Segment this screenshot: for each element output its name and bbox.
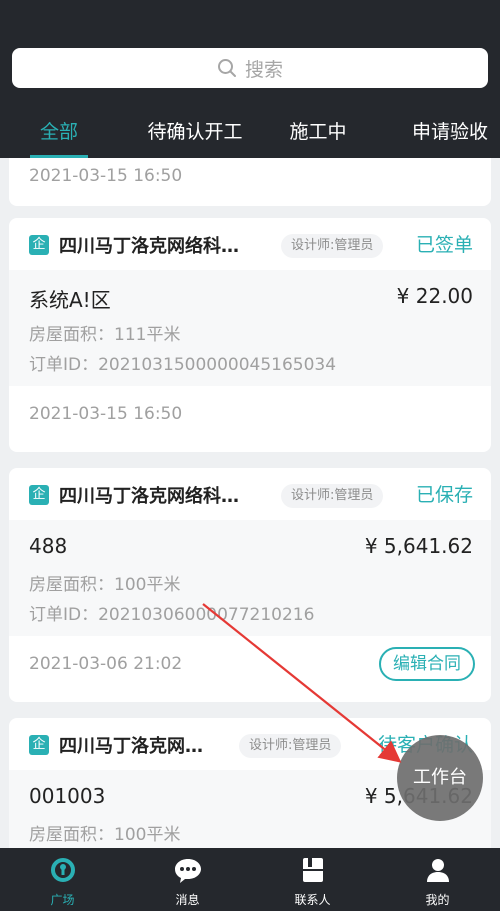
order-time: 2021-03-06 21:02	[29, 654, 183, 674]
role-tag: 设计师:管理员	[281, 234, 384, 258]
tab-all[interactable]: 全部	[30, 110, 88, 158]
order-id: 订单ID：20210306000077210216	[29, 605, 315, 625]
order-card[interactable]: 企 四川马丁洛克网络科… 设计师:管理员 已保存 488 ¥ 5,641.62 …	[9, 468, 491, 702]
order-name: 系统A!区	[29, 288, 111, 312]
plaza-icon	[50, 858, 75, 882]
order-id: 订单ID：2021031500000045165034	[29, 355, 337, 375]
role-tag: 设计师:管理员	[281, 484, 384, 508]
status-badge: 已签单	[415, 234, 473, 256]
house-area: 房屋面积：100平米	[29, 575, 181, 595]
tab-in-construction[interactable]: 施工中	[282, 110, 354, 158]
message-icon	[174, 859, 201, 883]
enterprise-icon: 企	[29, 235, 49, 255]
user-icon	[426, 859, 449, 882]
search-bar[interactable]: 搜索	[12, 48, 488, 88]
role-tag: 设计师:管理员	[239, 734, 342, 758]
nav-plaza[interactable]: 广场	[0, 848, 125, 911]
company-name: 四川马丁洛克网络科…	[59, 486, 239, 507]
tab-apply-acceptance[interactable]: 申请验收	[404, 110, 496, 158]
bottom-navigation: 广场 消息 联系人 我的	[0, 848, 500, 911]
status-badge: 已保存	[415, 484, 473, 506]
house-area: 房屋面积：100平米	[29, 825, 181, 845]
order-name: 488	[29, 534, 68, 558]
company-name: 四川马丁洛克网…	[59, 736, 203, 757]
order-card[interactable]: 企 四川马丁洛克网络科… 设计师:管理员 已签单 系统A!区 ¥ 22.00 房…	[9, 218, 491, 452]
nav-contacts[interactable]: 联系人	[250, 848, 375, 911]
enterprise-icon: 企	[29, 485, 49, 505]
enterprise-icon: 企	[29, 735, 49, 755]
workbench-float-button[interactable]: 工作台	[397, 735, 483, 821]
contacts-icon	[302, 858, 323, 882]
order-name: 001003	[29, 784, 106, 808]
company-name: 四川马丁洛克网络科…	[59, 236, 239, 257]
search-placeholder: 搜索	[244, 58, 283, 81]
order-price: ¥ 5,641.62	[364, 534, 473, 558]
order-time: 2021-03-15 16:50	[29, 166, 183, 186]
order-card[interactable]: 2021-03-15 16:50	[9, 158, 491, 206]
tab-pending-start[interactable]: 待确认开工	[135, 110, 255, 158]
edit-contract-button[interactable]: 编辑合同	[379, 647, 475, 681]
app-header: 搜索 全部 待确认开工 施工中 申请验收	[0, 0, 500, 158]
nav-messages[interactable]: 消息	[125, 848, 250, 911]
order-price: ¥ 22.00	[396, 284, 473, 308]
search-icon	[217, 59, 236, 77]
status-tabs: 全部 待确认开工 施工中 申请验收	[0, 110, 500, 158]
nav-mine[interactable]: 我的	[375, 848, 500, 911]
order-time: 2021-03-15 16:50	[29, 404, 183, 424]
house-area: 房屋面积：111平米	[29, 325, 181, 345]
